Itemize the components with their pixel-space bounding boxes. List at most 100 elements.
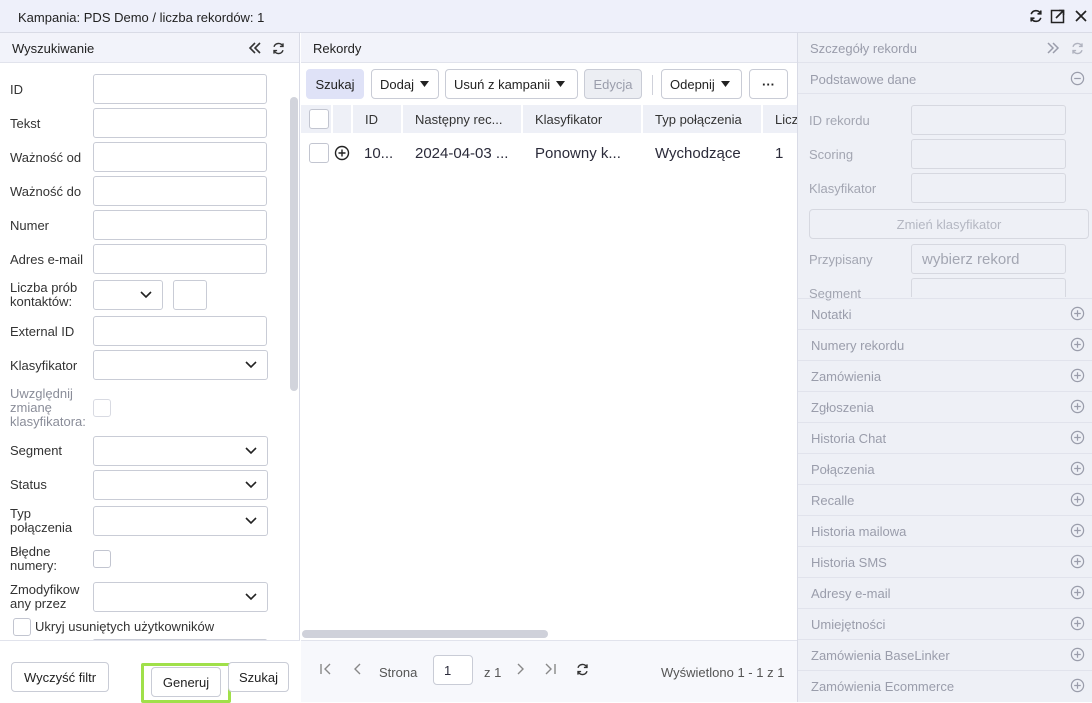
bad-numbers-checkbox[interactable] <box>93 550 111 568</box>
select-all-checkbox[interactable] <box>309 109 329 129</box>
valid-from-input[interactable] <box>93 142 267 172</box>
connection-type-select[interactable] <box>93 506 268 536</box>
next-page-icon[interactable] <box>513 662 527 679</box>
details-section[interactable]: Numery rekordu <box>798 329 1092 360</box>
modified-by-select[interactable] <box>93 582 268 612</box>
details-section-title: Historia mailowa <box>811 524 907 539</box>
attempts-value-input[interactable] <box>173 280 207 310</box>
refresh-icon[interactable] <box>1027 7 1045 25</box>
details-section[interactable]: Zgłoszenia <box>798 391 1092 422</box>
record-id-label: ID rekordu <box>809 113 870 128</box>
include-change-checkbox[interactable] <box>93 399 111 417</box>
details-section-title: Umiejętności <box>811 617 886 632</box>
toolbar-edit-button[interactable]: Edycja <box>584 69 642 99</box>
status-select[interactable] <box>93 470 268 500</box>
details-section[interactable]: Historia SMS <box>798 546 1092 577</box>
details-section[interactable]: Recalle <box>798 484 1092 515</box>
details-section-title: Zamówienia <box>811 369 882 384</box>
number-input[interactable] <box>93 210 267 240</box>
records-horizontal-scrollbar[interactable] <box>302 630 548 638</box>
details-section[interactable]: Zamówienia <box>798 360 1092 391</box>
include-change-label-line3: klasyfikatora: <box>10 414 86 429</box>
basic-data-header[interactable]: Podstawowe dane <box>798 64 1092 94</box>
expand-section-icon[interactable] <box>1070 523 1085 541</box>
details-section[interactable]: Notatki <box>798 298 1092 329</box>
details-section-title: Zgłoszenia <box>811 400 874 415</box>
page-of-label: z 1 <box>484 665 502 680</box>
column-header-count[interactable]: Licz <box>763 105 797 133</box>
expand-section-icon[interactable] <box>1070 554 1085 572</box>
toolbar-remove-button[interactable]: Usuń z kampanii <box>445 69 578 99</box>
row-checkbox[interactable] <box>309 143 329 163</box>
generate-button[interactable]: Generuj <box>151 667 221 697</box>
details-section[interactable]: Adresy e-mail <box>798 577 1092 608</box>
expand-section-icon[interactable] <box>1070 461 1085 479</box>
details-section-title: Adresy e-mail <box>811 586 891 601</box>
toolbar-add-button[interactable]: Dodaj <box>371 69 439 99</box>
column-header-next-recall[interactable]: Następny rec... <box>403 105 521 133</box>
page-label: Strona <box>379 665 418 680</box>
expand-section-icon[interactable] <box>1070 430 1085 448</box>
assigned-select[interactable]: wybierz rekord <box>911 244 1066 274</box>
column-header-connection-type[interactable]: Typ połączenia <box>643 105 761 133</box>
more-icon: ··· <box>762 76 775 92</box>
expand-section-icon[interactable] <box>1070 306 1085 324</box>
expand-section-icon[interactable] <box>1070 616 1085 634</box>
toolbar-divider <box>652 75 653 95</box>
last-page-icon[interactable] <box>543 662 557 679</box>
expand-section-icon[interactable] <box>1070 492 1085 510</box>
close-icon[interactable] <box>1072 7 1090 25</box>
details-section[interactable]: Umiejętności <box>798 608 1092 639</box>
email-input[interactable] <box>93 244 267 274</box>
window-titlebar: Kampania: PDS Demo / liczba rekordów: 1 <box>0 0 1092 33</box>
column-header-id[interactable]: ID <box>353 105 401 133</box>
collapse-section-icon[interactable] <box>1070 71 1085 89</box>
toolbar-more-button[interactable]: ··· <box>749 69 788 99</box>
column-header-classifier[interactable]: Klasyfikator <box>523 105 641 133</box>
id-input[interactable] <box>93 74 267 104</box>
toolbar-search-button[interactable]: Szukaj <box>306 69 364 99</box>
reload-icon[interactable] <box>575 662 590 680</box>
first-page-icon[interactable] <box>319 662 333 679</box>
details-classifier-input <box>911 173 1066 203</box>
valid-to-input[interactable] <box>93 176 267 206</box>
expand-section-icon[interactable] <box>1070 368 1085 386</box>
popout-icon[interactable] <box>1049 7 1067 25</box>
toolbar-edit-label: Edycja <box>593 76 633 92</box>
external-id-input[interactable] <box>93 316 267 346</box>
details-classifier-label: Klasyfikator <box>809 181 877 196</box>
classifier-select[interactable] <box>93 350 268 380</box>
expand-section-icon[interactable] <box>1070 647 1085 665</box>
page-number-input[interactable]: 1 <box>433 655 473 685</box>
details-section[interactable]: Połączenia <box>798 453 1092 484</box>
table-row[interactable]: 10... 2024-04-03 ... Ponowny k... Wychod… <box>301 137 797 169</box>
clear-filter-button[interactable]: Wyczyść filtr <box>11 662 109 692</box>
search-panel-scrollbar[interactable] <box>290 97 298 391</box>
segment-select[interactable] <box>93 436 268 466</box>
details-section[interactable]: Zamówienia Ecommerce <box>798 670 1092 701</box>
details-section[interactable]: Zamówienia BaseLinker <box>798 639 1092 670</box>
search-button[interactable]: Szukaj <box>228 662 289 692</box>
prev-page-icon[interactable] <box>351 662 365 679</box>
expand-right-icon[interactable] <box>1044 39 1062 57</box>
expand-section-icon[interactable] <box>1070 399 1085 417</box>
expand-section-icon[interactable] <box>1070 585 1085 603</box>
collapse-left-icon[interactable] <box>246 39 264 57</box>
toolbar-unpin-button[interactable]: Odepnij <box>661 69 742 99</box>
attempts-operator-select[interactable] <box>93 280 163 310</box>
assigned-label: Przypisany <box>809 252 873 267</box>
expand-row-icon[interactable] <box>334 145 350 164</box>
records-toolbar: Szukaj Dodaj Usuń z kampanii Edycja Odep… <box>301 64 797 104</box>
valid-to-label: Ważność do <box>10 184 82 199</box>
expand-section-icon[interactable] <box>1070 337 1085 355</box>
hide-deleted-label: Ukryj usuniętych użytkowników <box>35 619 215 634</box>
hide-deleted-checkbox[interactable] <box>13 618 31 636</box>
change-classifier-button[interactable]: Zmień klasyfikator <box>809 209 1089 239</box>
details-section[interactable]: Historia Chat <box>798 422 1092 453</box>
details-section[interactable]: Historia mailowa <box>798 515 1092 546</box>
details-section-title: Historia SMS <box>811 555 887 570</box>
expand-section-icon[interactable] <box>1070 678 1085 696</box>
text-input[interactable] <box>93 108 267 138</box>
refresh-icon[interactable] <box>269 39 287 57</box>
refresh-icon[interactable] <box>1068 39 1086 57</box>
